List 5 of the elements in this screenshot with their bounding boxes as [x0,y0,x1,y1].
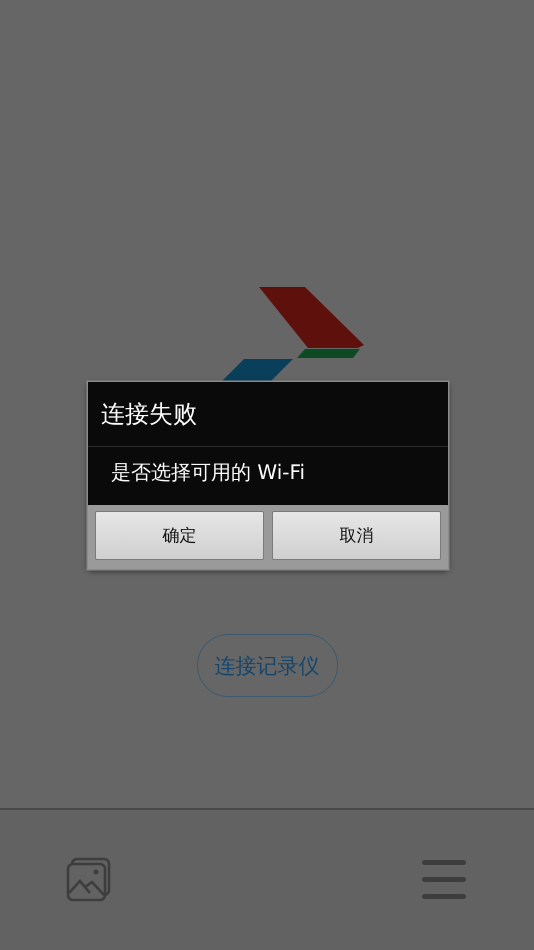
dialog-message: 是否选择可用的 Wi-Fi [110,459,306,486]
gallery-icon[interactable] [66,857,112,903]
dialog-title: 连接失败 [88,382,448,447]
cancel-button[interactable]: 取消 [272,511,441,560]
confirm-button[interactable]: 确定 [95,511,264,560]
